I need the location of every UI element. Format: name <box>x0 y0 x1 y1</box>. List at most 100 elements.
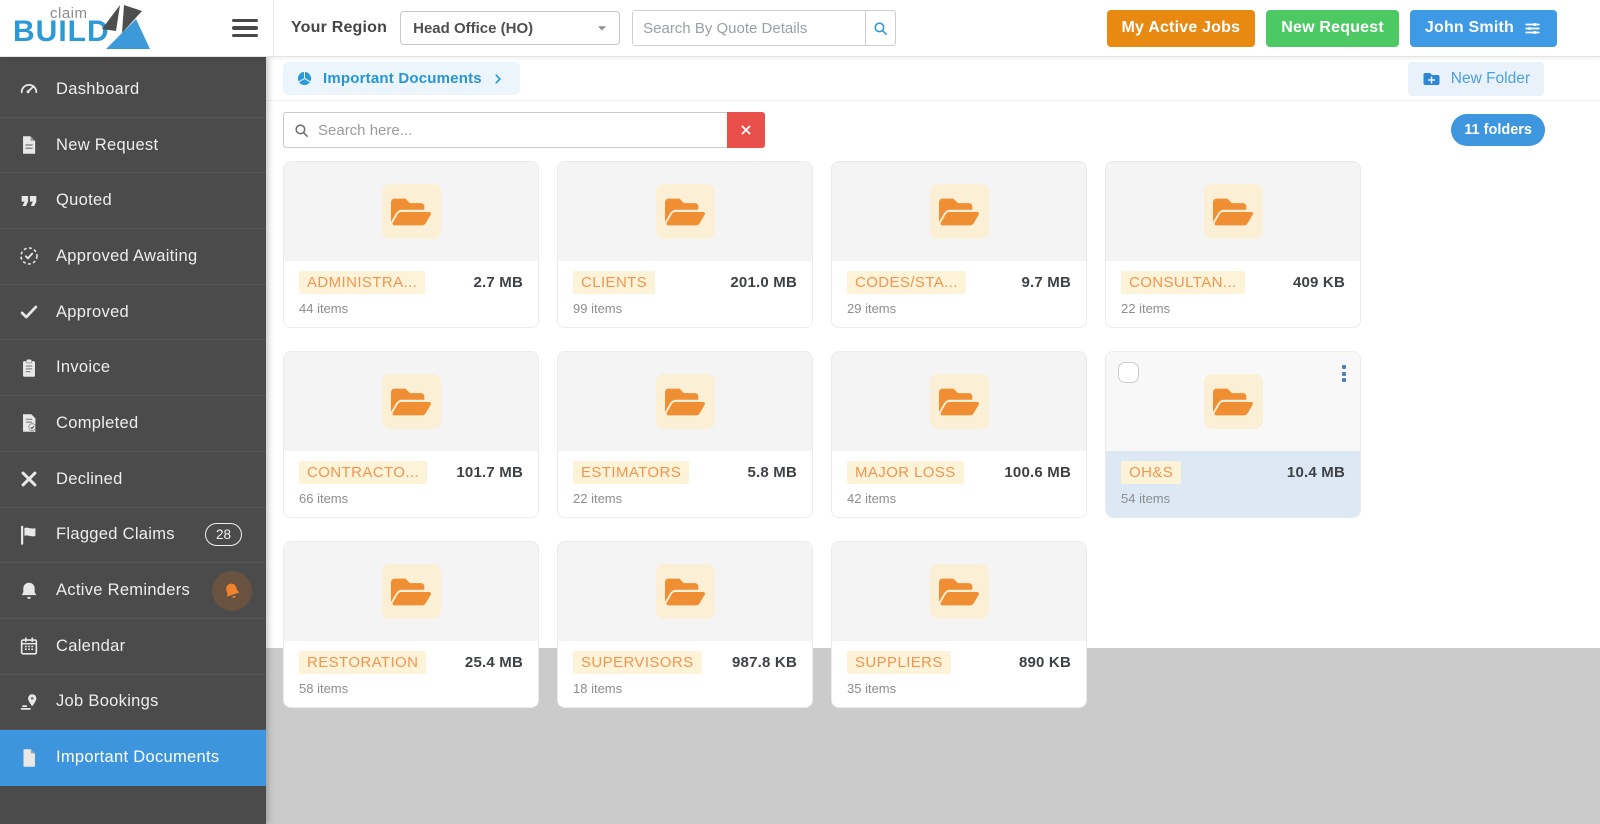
x-icon <box>740 124 752 136</box>
folder-card-restoration[interactable]: RESTORATION 25.4 MB 58 items <box>283 541 539 708</box>
folder-open-icon <box>381 184 441 239</box>
folder-name: CONTRACTO... <box>299 461 428 484</box>
folder-size: 987.8 KB <box>732 654 797 671</box>
folder-items-count: 35 items <box>847 681 897 696</box>
sidebar-item-calendar[interactable]: Calendar <box>0 619 266 675</box>
folder-size: 201.0 MB <box>730 274 797 291</box>
folder-open-icon <box>381 374 441 429</box>
folder-card-codes-sta[interactable]: CODES/STA... 9.7 MB 29 items <box>831 161 1087 328</box>
folder-card-oh-s[interactable]: OH&S 10.4 MB 54 items <box>1105 351 1361 518</box>
sidebar-item-declined[interactable]: Declined <box>0 452 266 508</box>
sidebar-item-important-documents[interactable]: Important Documents <box>0 730 266 786</box>
sidebar-item-label: Important Documents <box>56 748 220 767</box>
new-folder-button[interactable]: New Folder <box>1407 61 1544 96</box>
folder-thumbnail <box>284 352 538 451</box>
sidebar-item-label: New Request <box>56 135 159 154</box>
folder-open-icon <box>929 184 989 239</box>
folder-card-supervisors[interactable]: SUPERVISORS 987.8 KB 18 items <box>557 541 813 708</box>
map-pin-icon <box>18 691 40 713</box>
sidebar-item-approved-awaiting[interactable]: Approved Awaiting <box>0 229 266 285</box>
topbar-actions: My Active Jobs New Request John Smith <box>1106 9 1557 47</box>
sidebar-item-new-request[interactable]: New Request <box>0 118 266 174</box>
folder-size: 10.4 MB <box>1286 464 1345 481</box>
folder-items-count: 44 items <box>299 301 349 316</box>
folder-items-count: 54 items <box>1121 491 1171 506</box>
folder-size: 5.8 MB <box>747 464 797 481</box>
app-logo[interactable]: claim BUILD <box>0 0 232 56</box>
logo-triangle-icon <box>102 5 150 49</box>
folder-thumbnail <box>832 352 1086 451</box>
sidebar-item-label: Flagged Claims <box>56 525 175 544</box>
documents-panel: Important Documents New Folder 11 folder… <box>266 57 1600 708</box>
user-menu-button[interactable]: John Smith <box>1409 9 1557 47</box>
folder-open-icon <box>655 564 715 619</box>
folder-card-consultan[interactable]: CONSULTAN... 409 KB 22 items <box>1105 161 1361 328</box>
folder-name: RESTORATION <box>299 651 427 674</box>
folder-open-icon <box>929 374 989 429</box>
folder-search-input[interactable] <box>318 113 728 147</box>
folder-thumbnail <box>1106 162 1360 261</box>
gauge-icon <box>18 78 40 100</box>
flagged-claims-count-badge: 28 <box>204 523 242 547</box>
folder-open-icon <box>655 374 715 429</box>
sidebar-item-label: Completed <box>56 413 139 432</box>
active-reminder-bell-icon[interactable] <box>212 570 252 611</box>
file-check-icon <box>18 412 40 434</box>
sidebar-item-quoted[interactable]: Quoted <box>0 173 266 230</box>
sidebar-item-label: Invoice <box>56 358 111 377</box>
folder-items-count: 99 items <box>573 301 623 316</box>
pie-icon <box>296 70 313 87</box>
folder-name: ADMINISTRA... <box>299 271 426 294</box>
folder-card-clients[interactable]: CLIENTS 201.0 MB 99 items <box>557 161 813 328</box>
folder-name: CONSULTAN... <box>1121 271 1245 294</box>
folder-card-major-loss[interactable]: MAJOR LOSS 100.6 MB 42 items <box>831 351 1087 518</box>
calendar-icon <box>18 635 40 657</box>
folder-card-suppliers[interactable]: SUPPLIERS 890 KB 35 items <box>831 541 1087 708</box>
sidebar-item-approved[interactable]: Approved <box>0 285 266 341</box>
sidebar-item-dashboard[interactable]: Dashboard <box>0 62 266 118</box>
kebab-menu-icon[interactable] <box>1336 361 1352 386</box>
folder-grid: ADMINISTRA... 2.7 MB 44 items CLIENTS 201.0 … <box>266 148 1600 708</box>
my-active-jobs-button[interactable]: My Active Jobs <box>1106 9 1256 47</box>
folder-open-icon <box>1203 184 1263 239</box>
folder-open-icon <box>929 564 989 619</box>
folder-name: CLIENTS <box>573 271 656 294</box>
new-folder-label: New Folder <box>1450 69 1530 87</box>
chevron-right-icon <box>492 73 504 85</box>
sidebar-item-invoice[interactable]: Invoice <box>0 340 266 397</box>
folder-card-estimators[interactable]: ESTIMATORS 5.8 MB 22 items <box>557 351 813 518</box>
folder-select-checkbox[interactable] <box>1118 362 1139 383</box>
folder-card-contracto[interactable]: CONTRACTO... 101.7 MB 66 items <box>283 351 539 518</box>
user-name: John Smith <box>1424 19 1514 36</box>
search-icon <box>284 113 318 147</box>
folder-items-count: 42 items <box>847 491 897 506</box>
breadcrumb[interactable]: Important Documents <box>283 62 520 95</box>
sidebar-item-flagged-claims[interactable]: Flagged Claims 28 <box>0 508 266 564</box>
clear-search-button[interactable] <box>727 112 765 148</box>
sidebar-item-active-reminders[interactable]: Active Reminders <box>0 563 266 619</box>
folder-open-icon <box>1203 374 1263 429</box>
menu-toggle-icon[interactable] <box>232 18 258 38</box>
folder-toolbar: 11 folders <box>266 101 1600 148</box>
folder-name: MAJOR LOSS <box>847 461 964 484</box>
search-icon[interactable] <box>865 11 896 45</box>
folder-name: CODES/STA... <box>847 271 966 294</box>
folder-thumbnail <box>832 162 1086 261</box>
x-icon <box>18 468 40 490</box>
sidebar-item-job-bookings[interactable]: Job Bookings <box>0 675 266 731</box>
quote-search-input[interactable] <box>633 11 866 45</box>
sidebar-item-label: Approved Awaiting <box>56 246 198 265</box>
sidebar-item-label: Dashboard <box>56 79 140 98</box>
bell-icon <box>18 580 40 602</box>
new-request-button[interactable]: New Request <box>1266 9 1399 47</box>
folder-open-icon <box>655 184 715 239</box>
sidebar-item-completed[interactable]: Completed <box>0 396 266 452</box>
folder-size: 100.6 MB <box>1004 464 1071 481</box>
folder-name: ESTIMATORS <box>573 461 690 484</box>
file-icon <box>18 134 40 156</box>
folder-name: SUPPLIERS <box>847 651 951 674</box>
region-select[interactable]: Head Office (HO) <box>400 11 621 45</box>
folder-card-administra[interactable]: ADMINISTRA... 2.7 MB 44 items <box>283 161 539 328</box>
panel-header: Important Documents New Folder <box>266 57 1600 101</box>
folder-search-box <box>283 112 765 148</box>
